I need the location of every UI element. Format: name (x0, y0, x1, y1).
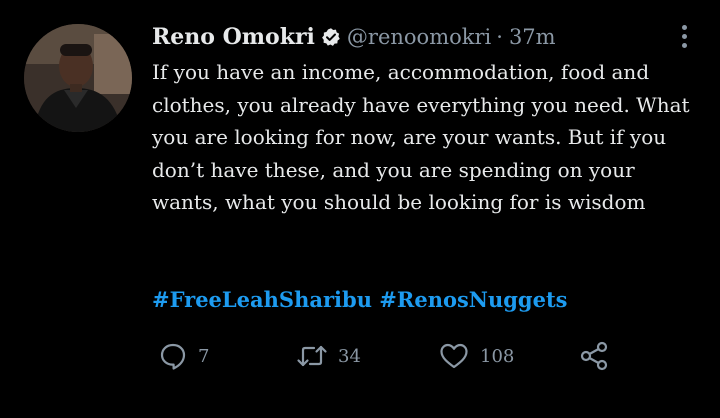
like-button[interactable]: 108 (438, 336, 514, 376)
more-options-icon[interactable] (672, 22, 696, 50)
hashtag-free-leah-sharibu[interactable]: #FreeLeahSharibu (152, 287, 372, 312)
reply-icon (158, 341, 188, 371)
heart-icon (438, 341, 470, 371)
tweet-text: If you have an income, accommodation, fo… (152, 60, 690, 214)
retweet-icon (296, 341, 328, 371)
tweet-timestamp[interactable]: 37m (509, 25, 556, 49)
author-handle[interactable]: @renoomokri (347, 25, 491, 49)
share-button[interactable] (578, 336, 610, 376)
tweet-actions: 7 34 108 (152, 336, 632, 376)
reply-count: 7 (198, 345, 210, 367)
share-icon (578, 340, 610, 372)
separator-dot: · (496, 25, 503, 49)
tweet-hashtags: #FreeLeahSharibu #RenosNuggets (152, 284, 568, 316)
hashtag-renos-nuggets[interactable]: #RenosNuggets (379, 287, 567, 312)
reply-button[interactable]: 7 (158, 336, 209, 376)
verified-badge-icon (321, 27, 341, 47)
avatar[interactable] (24, 24, 132, 132)
profile-photo (24, 24, 132, 132)
tweet[interactable]: Reno Omokri @renoomokri · 37m If you hav… (0, 0, 720, 418)
tweet-header: Reno Omokri @renoomokri · 37m (152, 20, 556, 54)
retweet-count: 34 (338, 345, 361, 367)
like-count: 108 (480, 345, 515, 367)
retweet-button[interactable]: 34 (296, 336, 361, 376)
author-display-name[interactable]: Reno Omokri (152, 24, 315, 50)
